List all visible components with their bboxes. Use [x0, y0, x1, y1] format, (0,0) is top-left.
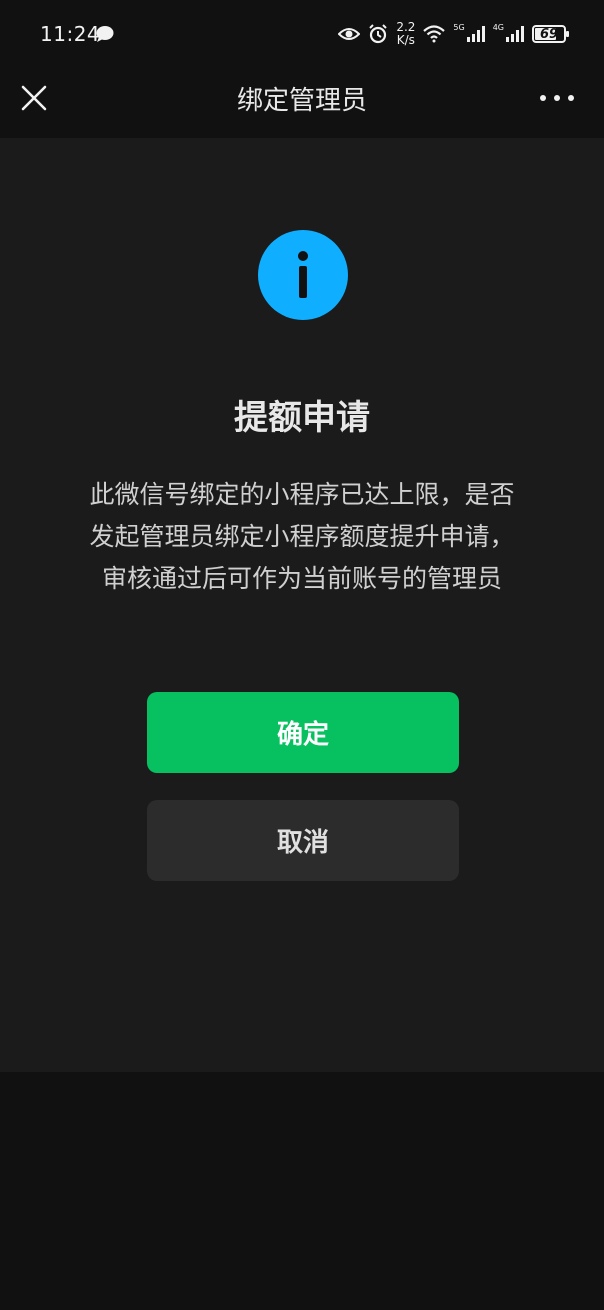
network-speed: 2.2 K/s [396, 21, 415, 47]
nav-bar: 绑定管理员 [0, 66, 604, 138]
more-dot [554, 95, 560, 101]
battery-level: 69 [539, 26, 559, 42]
chat-bubble-icon [96, 26, 114, 42]
message-line: 审核通过后可作为当前账号的管理员 [101, 564, 502, 593]
network-type-2: 4G [492, 22, 504, 32]
status-indicators: 2.2 K/s 5G 4G 69 [338, 18, 569, 50]
battery-icon: 69 [532, 25, 569, 43]
signal-icon [466, 26, 485, 42]
status-bar: 11:24 2.2 K/s 5G 4G 69 [0, 0, 604, 66]
confirm-button[interactable]: 确定 [147, 692, 459, 773]
speed-unit: K/s [396, 33, 415, 47]
dialog-panel: 提额申请 此微信号绑定的小程序已达上限，是否 发起管理员绑定小程序额度提升申请，… [0, 138, 604, 1072]
more-dot [540, 95, 546, 101]
eye-icon [338, 28, 361, 40]
bottom-area [0, 1072, 604, 1310]
more-icon[interactable] [540, 88, 574, 108]
dialog-title: 提额申请 [234, 398, 370, 438]
message-line: 发起管理员绑定小程序额度提升申请， [89, 522, 515, 551]
wifi-icon [423, 25, 446, 43]
alarm-icon [369, 24, 388, 44]
cancel-button[interactable]: 取消 [147, 800, 459, 881]
message-line: 此微信号绑定的小程序已达上限，是否 [89, 480, 515, 509]
page-title: 绑定管理员 [236, 86, 367, 116]
dialog-message: 此微信号绑定的小程序已达上限，是否 发起管理员绑定小程序额度提升申请， 审核通过… [52, 474, 552, 600]
more-dot [568, 95, 574, 101]
info-icon [258, 230, 348, 320]
signal-icon-2 [506, 26, 524, 42]
network-type-1: 5G [453, 22, 465, 32]
status-time: 11:24 [40, 22, 101, 46]
